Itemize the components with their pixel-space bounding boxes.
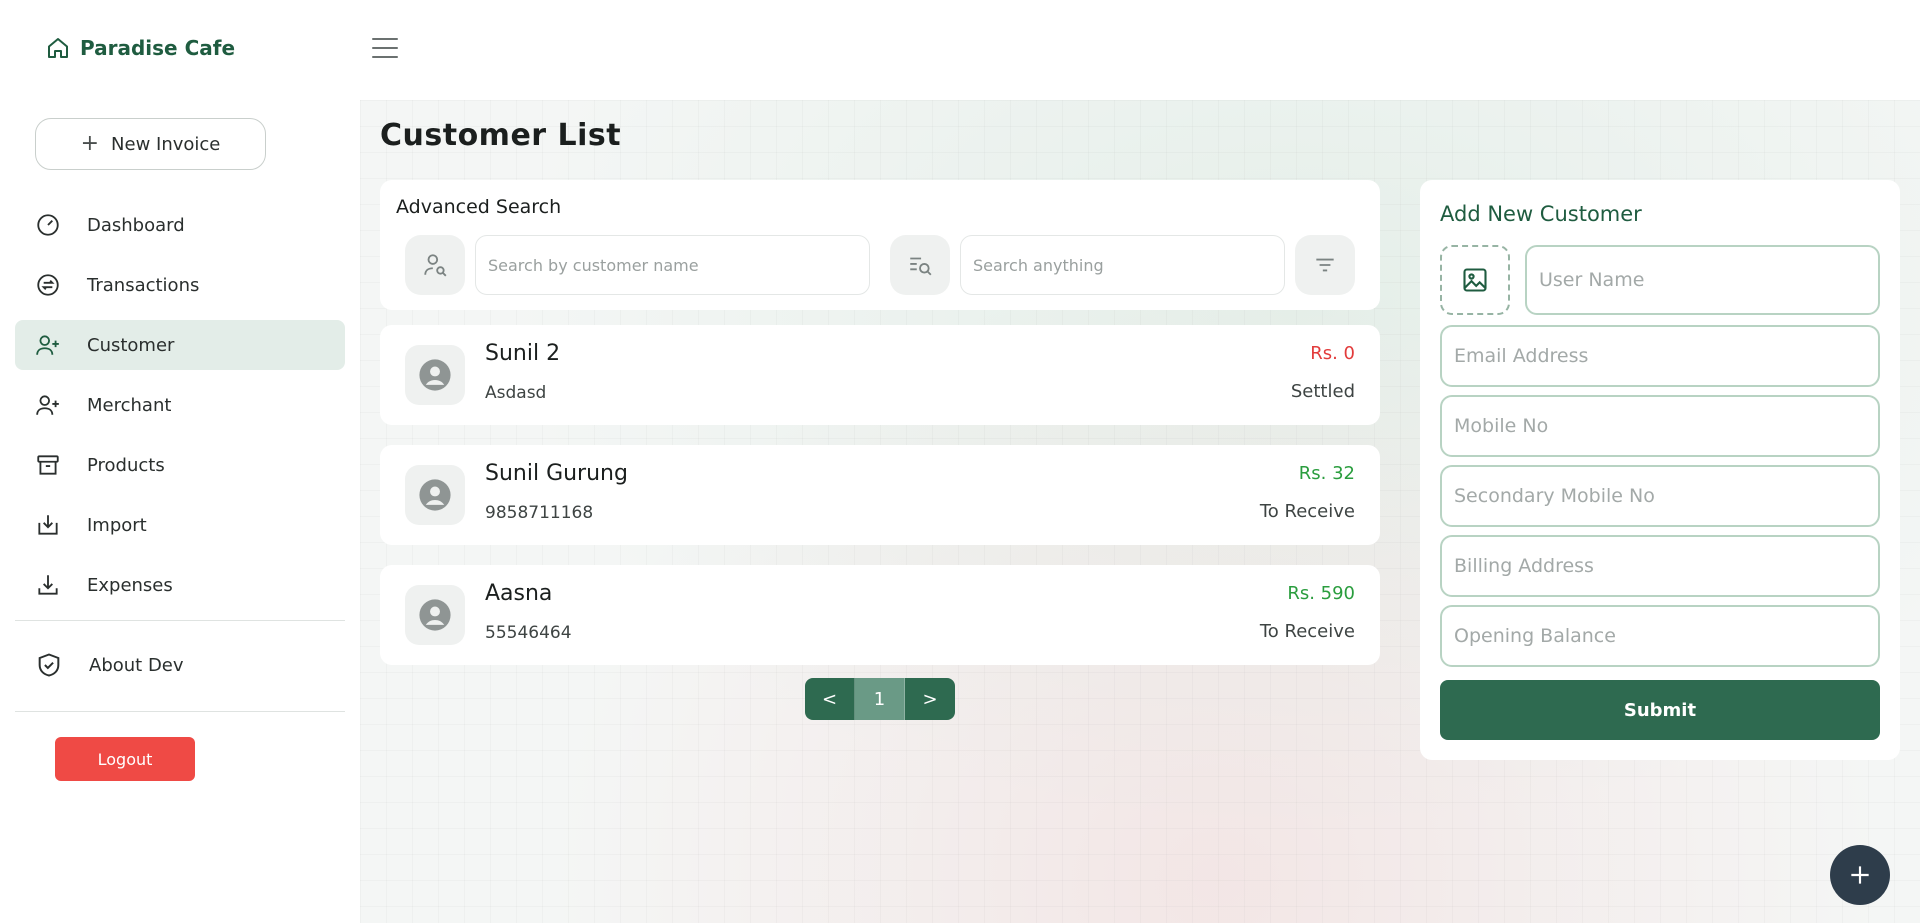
download-icon xyxy=(38,575,58,595)
next-page-button[interactable]: > xyxy=(905,678,955,720)
brand[interactable]: Paradise Cafe xyxy=(46,36,235,60)
sidebar-item-label: Customer xyxy=(87,334,175,356)
sidebar-nav: Dashboard Transactions Customer Merchant… xyxy=(15,200,345,620)
customer-name: Sunil 2 xyxy=(485,341,561,366)
customer-status: To Receive xyxy=(1259,501,1355,522)
add-customer-title: Add New Customer xyxy=(1440,202,1642,226)
add-fab-button[interactable] xyxy=(1830,845,1890,905)
page-number-button[interactable]: 1 xyxy=(855,678,905,720)
username-field[interactable] xyxy=(1525,245,1880,315)
customer-card[interactable]: Aasna 55546464 Rs. 590 To Receive xyxy=(380,565,1380,665)
advanced-search-title: Advanced Search xyxy=(396,196,562,218)
sidebar-item-import[interactable]: Import xyxy=(15,500,345,550)
sidebar-item-label: Products xyxy=(87,454,165,476)
opening-balance-field[interactable] xyxy=(1440,605,1880,667)
secondary-mobile-field[interactable] xyxy=(1440,465,1880,527)
customer-name: Sunil Gurung xyxy=(485,461,628,486)
sidebar-item-about-dev[interactable]: About Dev xyxy=(15,640,345,690)
sidebar-item-products[interactable]: Products xyxy=(15,440,345,490)
archive-icon xyxy=(37,455,59,475)
customer-amount: Rs. 0 xyxy=(1310,343,1355,364)
submit-button[interactable]: Submit xyxy=(1440,680,1880,740)
transactions-icon xyxy=(37,274,59,296)
plus-icon: + xyxy=(80,131,100,156)
sidebar-item-customer[interactable]: Customer xyxy=(15,320,345,370)
customer-card[interactable]: Sunil 2 Asdasd Rs. 0 Settled xyxy=(380,325,1380,425)
sidebar-item-label: Transactions xyxy=(87,274,200,296)
mobile-field[interactable] xyxy=(1440,395,1880,457)
email-field[interactable] xyxy=(1440,325,1880,387)
avatar xyxy=(405,465,465,525)
customer-detail: Asdasd xyxy=(485,383,547,403)
customer-status: To Receive xyxy=(1259,621,1355,642)
brand-name: Paradise Cafe xyxy=(80,36,236,60)
sidebar-item-label: Dashboard xyxy=(87,214,185,236)
sidebar-item-expenses[interactable]: Expenses xyxy=(15,560,345,610)
page-title: Customer List xyxy=(380,118,622,153)
image-upload-button[interactable] xyxy=(1440,245,1510,315)
sidebar: Paradise Cafe + New Invoice Dashboard Tr… xyxy=(0,0,360,923)
customer-name: Aasna xyxy=(485,581,553,606)
pagination: < 1 > xyxy=(805,678,955,720)
list-search-icon xyxy=(910,257,932,276)
search-anything-input[interactable] xyxy=(960,235,1285,295)
new-invoice-label: New Invoice xyxy=(111,133,221,155)
user-plus-icon xyxy=(36,335,59,355)
add-customer-card: Add New Customer Submit xyxy=(1420,180,1900,760)
filter-icon xyxy=(1316,258,1334,272)
sidebar-item-transactions[interactable]: Transactions xyxy=(15,260,345,310)
shield-check-icon xyxy=(38,653,60,677)
logout-button[interactable]: Logout xyxy=(55,737,195,781)
customer-amount: Rs. 32 xyxy=(1298,463,1355,484)
advanced-search-card: Advanced Search xyxy=(380,180,1380,310)
avatar xyxy=(405,585,465,645)
sidebar-item-merchant[interactable]: Merchant xyxy=(15,380,345,430)
sidebar-item-label: Merchant xyxy=(87,394,172,416)
dashboard-icon xyxy=(37,214,59,236)
user-circle-icon xyxy=(419,599,451,631)
customer-name-search-input[interactable] xyxy=(475,235,870,295)
sidebar-item-dashboard[interactable]: Dashboard xyxy=(15,200,345,250)
user-circle-icon xyxy=(419,359,451,391)
divider xyxy=(15,620,345,621)
text-search-button[interactable] xyxy=(890,235,950,295)
image-icon xyxy=(1463,268,1487,292)
user-search-icon xyxy=(424,254,447,277)
divider xyxy=(15,711,345,712)
menu-toggle-icon[interactable] xyxy=(372,38,398,60)
customer-detail: 55546464 xyxy=(485,623,572,643)
import-icon xyxy=(38,515,58,535)
customer-detail: 9858711168 xyxy=(485,503,594,523)
billing-address-field[interactable] xyxy=(1440,535,1880,597)
sidebar-item-label: Import xyxy=(87,514,147,536)
avatar xyxy=(405,345,465,405)
new-invoice-button[interactable]: + New Invoice xyxy=(35,118,266,170)
prev-page-button[interactable]: < xyxy=(805,678,855,720)
customer-card[interactable]: Sunil Gurung 9858711168 Rs. 32 To Receiv… xyxy=(380,445,1380,545)
user-plus-icon xyxy=(36,395,59,415)
customer-status: Settled xyxy=(1290,381,1355,402)
user-search-button[interactable] xyxy=(405,235,465,295)
user-circle-icon xyxy=(419,479,451,511)
sidebar-item-label: Expenses xyxy=(87,574,173,596)
filter-button[interactable] xyxy=(1295,235,1355,295)
main-content: Customer List Advanced Search Sunil 2 As… xyxy=(360,100,1920,923)
home-icon xyxy=(48,38,68,58)
customer-amount: Rs. 590 xyxy=(1287,583,1355,604)
plus-icon xyxy=(1851,866,1869,884)
about-dev-label: About Dev xyxy=(89,654,184,676)
